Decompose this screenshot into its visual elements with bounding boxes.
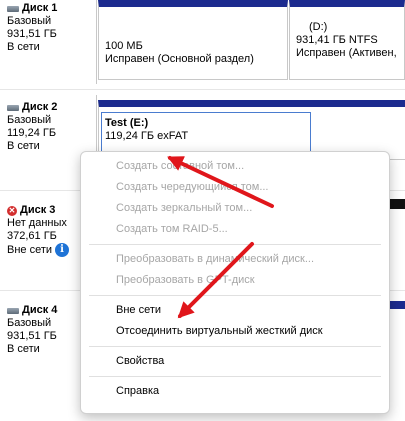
menu-separator [89, 295, 381, 296]
disk-3-info[interactable]: ✕ Диск 3 Нет данных 372,61 ГБ Вне сети i [7, 204, 70, 257]
disk-type: Базовый [7, 114, 52, 126]
hdd-icon [7, 307, 19, 314]
disk-2-info[interactable]: Диск 2 Базовый 119,24 ГБ В сети [7, 101, 57, 153]
hdd-icon [7, 5, 19, 12]
menu-separator [89, 346, 381, 347]
context-menu: Создать составной том... Создать чередую… [80, 151, 390, 414]
volume-title: Test (E:) [105, 117, 149, 129]
menu-separator [89, 376, 381, 377]
disk-name: Диск 2 [22, 101, 58, 113]
partition-title: (D:) [309, 21, 328, 33]
disk1-partition-1[interactable]: 100 МБ Исправен (Основной раздел) [98, 0, 288, 80]
disk-4-info[interactable]: Диск 4 Базовый 931,51 ГБ В сети [7, 304, 57, 356]
disk-1-info[interactable]: Диск 1 Базовый 931,51 ГБ В сети [7, 2, 57, 54]
hdd-icon [7, 104, 19, 111]
disk-name: Диск 3 [20, 204, 56, 216]
disk-size: 372,61 ГБ [7, 230, 57, 242]
disk-name: Диск 4 [22, 304, 58, 316]
menu-item-create-raid5[interactable]: Создать том RAID-5... [81, 219, 389, 240]
disk-status: В сети [7, 41, 40, 53]
disk-status: Вне сети [7, 243, 53, 256]
volume-size: 119,24 ГБ exFAT [105, 130, 189, 142]
disk-status: В сети [7, 140, 40, 152]
disk-size: 931,51 ГБ [7, 28, 57, 40]
divider [96, 0, 97, 84]
disk-status: В сети [7, 343, 40, 355]
menu-item-convert-dynamic[interactable]: Преобразовать в динамический диск... [81, 249, 389, 270]
menu-item-create-striped[interactable]: Создать чередующийся том... [81, 177, 389, 198]
partition-size: 100 МБ [105, 40, 143, 52]
disk-size: 931,51 ГБ [7, 330, 57, 342]
disk1-partition-2[interactable]: (D:) 931,41 ГБ NTFS Исправен (Активен, [289, 0, 405, 80]
menu-item-create-mirrored[interactable]: Создать зеркальный том... [81, 198, 389, 219]
menu-item-create-spanned[interactable]: Создать составной том... [81, 156, 389, 177]
offline-disk-icon: ✕ [7, 205, 17, 216]
disk-type: Базовый [7, 317, 52, 329]
menu-item-convert-gpt[interactable]: Преобразовать в GPT-диск [81, 270, 389, 291]
disk-type: Базовый [7, 15, 52, 27]
partition-size: 931,41 ГБ NTFS [296, 34, 378, 46]
partition-status: Исправен (Активен, [296, 47, 397, 59]
disk-size: 119,24 ГБ [7, 127, 57, 139]
info-icon[interactable]: i [55, 243, 70, 257]
partition-status: Исправен (Основной раздел) [105, 53, 254, 65]
menu-separator [89, 244, 381, 245]
menu-item-properties[interactable]: Свойства [81, 351, 389, 372]
divider [0, 89, 405, 90]
disk-name: Диск 1 [22, 2, 58, 14]
menu-item-help[interactable]: Справка [81, 381, 389, 402]
disk-type: Нет данных [7, 217, 67, 229]
menu-item-detach-vhd[interactable]: Отсоединить виртуальный жесткий диск [81, 321, 389, 342]
menu-item-offline[interactable]: Вне сети [81, 300, 389, 321]
